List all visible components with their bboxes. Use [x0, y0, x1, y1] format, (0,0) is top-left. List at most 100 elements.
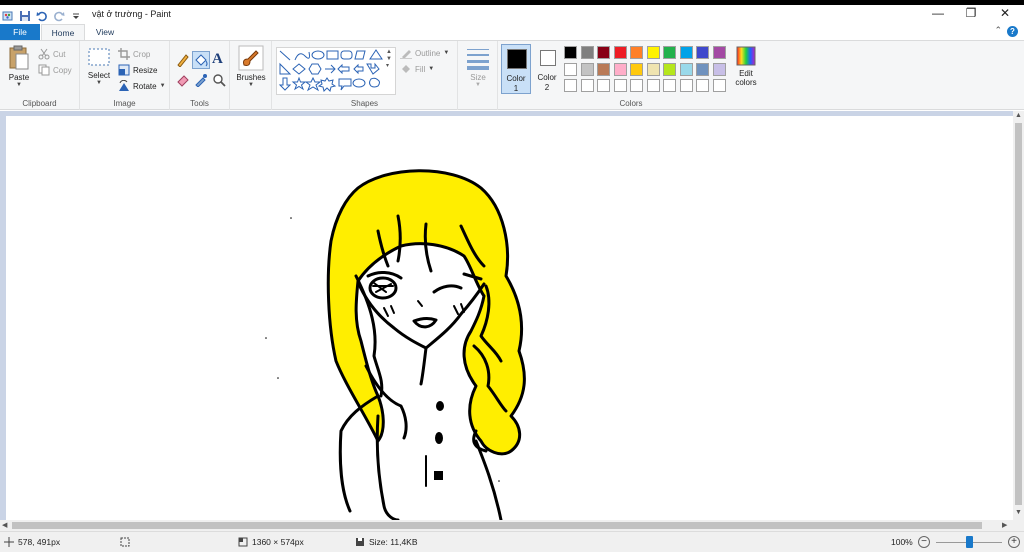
color1-button[interactable]: Color 1: [501, 44, 531, 94]
rotate-button[interactable]: Rotate ▼: [118, 79, 166, 93]
select-dropdown-icon[interactable]: ▼: [84, 80, 114, 86]
outline-icon: [400, 47, 412, 59]
minimize-button[interactable]: —: [921, 5, 955, 24]
text-tool-icon[interactable]: A: [212, 51, 223, 68]
palette-swatch[interactable]: [597, 62, 610, 76]
vertical-scrollbar[interactable]: ▲ ▼: [1013, 111, 1024, 520]
dimensions-icon: [238, 537, 248, 547]
palette-swatch[interactable]: [646, 79, 660, 92]
ribbon: Paste ▼ Cut Copy Clipboard Select ▼ Crop…: [0, 40, 1024, 110]
customize-qat-icon[interactable]: [70, 10, 82, 22]
palette-swatch[interactable]: [613, 46, 627, 59]
palette-swatch[interactable]: [712, 62, 726, 76]
paste-dropdown-icon[interactable]: ▼: [4, 82, 34, 88]
palette-swatch[interactable]: [663, 46, 676, 59]
copy-button[interactable]: Copy: [38, 63, 72, 77]
magnifier-icon[interactable]: [212, 73, 226, 87]
outline-dropdown-icon[interactable]: ▼: [443, 50, 449, 56]
palette-swatch[interactable]: [580, 46, 594, 59]
size-button[interactable]: Size ▼: [462, 47, 494, 88]
palette-swatch[interactable]: [712, 79, 726, 92]
copy-label: Copy: [53, 65, 72, 75]
horizontal-scroll-thumb[interactable]: [12, 522, 982, 529]
fill-button[interactable]: Fill ▼: [400, 62, 434, 76]
vertical-scroll-thumb[interactable]: [1015, 123, 1022, 505]
zoom-in-icon[interactable]: +: [1008, 536, 1020, 548]
palette-swatch[interactable]: [597, 79, 610, 92]
palette-swatch[interactable]: [564, 46, 577, 59]
palette-swatch[interactable]: [679, 46, 693, 59]
brush-icon: [238, 45, 264, 71]
cut-button[interactable]: Cut: [38, 47, 65, 61]
palette-swatch[interactable]: [630, 62, 643, 76]
shapes-gallery[interactable]: [276, 47, 396, 95]
fill-tool-button[interactable]: [192, 51, 210, 69]
palette-swatch[interactable]: [597, 46, 610, 59]
undo-icon[interactable]: [36, 10, 48, 22]
palette-swatch[interactable]: [646, 62, 660, 76]
selection-size: [120, 537, 130, 547]
palette-swatch[interactable]: [613, 62, 627, 76]
pencil-icon[interactable]: [176, 53, 190, 67]
palette-swatch[interactable]: [630, 79, 643, 92]
paste-button[interactable]: Paste ▼: [4, 45, 34, 88]
paint-app-icon[interactable]: [2, 10, 14, 22]
palette-swatch[interactable]: [630, 46, 643, 59]
scroll-right-icon[interactable]: ▶: [1002, 521, 1007, 529]
crop-label: Crop: [133, 49, 151, 59]
zoom-out-icon[interactable]: −: [918, 536, 930, 548]
restore-button[interactable]: ❐: [954, 5, 988, 24]
tab-file[interactable]: File: [0, 24, 40, 40]
fill-icon: [400, 63, 412, 75]
close-button[interactable]: ✕: [988, 5, 1022, 24]
palette-swatch[interactable]: [564, 79, 577, 92]
shapes-scroll[interactable]: ▲ ▼ ▾: [386, 49, 392, 70]
scroll-down-icon[interactable]: ▼: [1015, 509, 1022, 516]
help-icon[interactable]: ?: [1007, 26, 1018, 37]
palette-swatch[interactable]: [679, 79, 693, 92]
fill-label: Fill: [415, 64, 426, 74]
palette-swatch[interactable]: [663, 79, 676, 92]
line-size-icon: [467, 49, 489, 70]
color-picker-icon[interactable]: [194, 73, 208, 87]
zoom-slider-thumb[interactable]: [965, 536, 973, 548]
eraser-icon[interactable]: [176, 73, 190, 87]
scroll-up-icon[interactable]: ▲: [1015, 112, 1022, 119]
collapse-ribbon-icon[interactable]: ⌃: [994, 25, 1002, 36]
tab-view[interactable]: View: [86, 24, 124, 40]
scissors-icon: [38, 48, 50, 60]
rotate-dropdown-icon[interactable]: ▼: [160, 83, 166, 89]
palette-swatch[interactable]: [696, 79, 709, 92]
palette-swatch[interactable]: [646, 46, 660, 59]
palette-swatch[interactable]: [663, 62, 676, 76]
palette-swatch[interactable]: [696, 62, 709, 76]
drawing-canvas[interactable]: [6, 116, 1013, 520]
redo-icon[interactable]: [53, 10, 65, 22]
palette-swatch[interactable]: [564, 62, 577, 76]
palette-swatch[interactable]: [679, 62, 693, 76]
brushes-button[interactable]: Brushes ▼: [234, 45, 268, 88]
palette-swatch[interactable]: [580, 79, 594, 92]
size-dropdown-icon[interactable]: ▼: [462, 82, 494, 88]
edit-colors-button[interactable]: Edit colors: [730, 45, 762, 95]
save-icon[interactable]: [19, 10, 31, 22]
palette-swatch[interactable]: [712, 46, 726, 59]
fill-dropdown-icon[interactable]: ▼: [428, 66, 434, 72]
zoom-percent: 100%: [891, 537, 913, 547]
outline-button[interactable]: Outline ▼: [400, 46, 449, 60]
color2-button[interactable]: Color 2: [534, 44, 560, 94]
brushes-dropdown-icon[interactable]: ▼: [234, 82, 268, 88]
palette-swatch[interactable]: [696, 46, 709, 59]
palette-swatch[interactable]: [613, 79, 627, 92]
crop-button[interactable]: Crop: [118, 47, 150, 61]
cut-label: Cut: [53, 49, 66, 59]
resize-button[interactable]: Resize: [118, 63, 157, 77]
scroll-left-icon[interactable]: ◀: [2, 521, 7, 529]
palette-swatch[interactable]: [580, 62, 594, 76]
select-button[interactable]: Select ▼: [84, 47, 114, 86]
color2-number: 2: [544, 83, 550, 92]
color2-label: Color: [537, 73, 557, 82]
tab-home[interactable]: Home: [41, 24, 85, 40]
horizontal-scrollbar[interactable]: ◀ ▶: [0, 520, 1013, 531]
image-dimensions: 1360 × 574px: [238, 537, 304, 547]
